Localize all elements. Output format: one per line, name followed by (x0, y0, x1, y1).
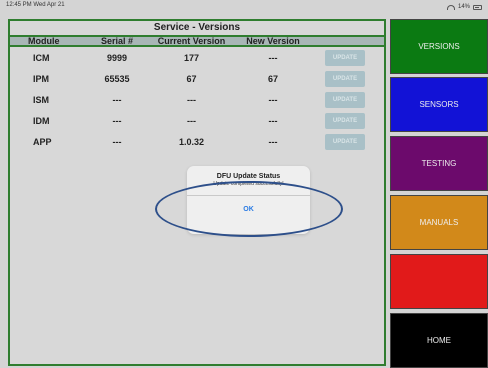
table-row: ISM --- --- --- UPDATE (10, 89, 384, 110)
red-nav-button[interactable] (390, 254, 488, 309)
update-button-ism[interactable]: UPDATE (325, 91, 365, 108)
update-status-dialog: DFU Update Status Update completed succe… (187, 166, 310, 234)
dialog-title: DFU Update Status (216, 173, 281, 180)
table-row: IPM 65535 67 67 UPDATE (10, 68, 384, 89)
new-version: --- (268, 115, 278, 126)
serial-number: 9999 (106, 52, 128, 63)
table-row: APP --- 1.0.32 --- UPDATE (10, 131, 384, 152)
module-name: IPM (33, 73, 50, 84)
new-version: --- (268, 52, 278, 63)
header-current-version: Current Version (157, 36, 226, 46)
panel-title: Service - Versions (153, 22, 241, 33)
table-header: Module Serial # Current Version New Vers… (10, 35, 384, 47)
module-name: ICM (33, 52, 50, 63)
sensors-button[interactable]: SENSORS (390, 77, 488, 132)
serial-number: --- (112, 94, 122, 105)
status-time: 12:45 PM Wed Apr 21 (6, 2, 65, 8)
testing-button[interactable]: TESTING (390, 136, 488, 191)
update-button-app[interactable]: UPDATE (325, 133, 365, 150)
header-new-version: New Version (246, 36, 300, 46)
module-name: ISM (33, 94, 50, 105)
battery-level: 14% (457, 4, 470, 10)
dialog-message: Update completed successfully! (213, 181, 284, 187)
current-version: --- (187, 115, 196, 126)
serial-number: --- (112, 115, 122, 126)
table-row: IDM --- --- --- UPDATE (10, 110, 384, 131)
header-module: Module (28, 36, 60, 46)
table-row: ICM 9999 177 --- UPDATE (10, 47, 384, 68)
serial-number: 65535 (104, 73, 130, 84)
current-version: 177 (183, 52, 200, 63)
new-version: --- (268, 94, 278, 105)
serial-number: --- (112, 136, 122, 147)
new-version: 67 (267, 73, 278, 84)
status-bar: 12:45 PM Wed Apr 21 14% (0, 0, 488, 14)
current-version: 67 (186, 73, 197, 84)
header-serial: Serial # (100, 36, 134, 46)
side-nav: VERSIONS SENSORS TESTING MANUALS HOME (390, 19, 488, 368)
module-name: IDM (33, 115, 50, 126)
current-version: 1.0.32 (178, 136, 205, 147)
home-button[interactable]: HOME (390, 313, 488, 368)
versions-button[interactable]: VERSIONS (390, 19, 488, 74)
new-version: --- (268, 136, 278, 147)
dialog-divider (187, 195, 310, 196)
battery-icon (473, 4, 482, 10)
wifi-icon (446, 4, 455, 10)
ok-button[interactable]: OK (187, 206, 310, 213)
current-version: --- (187, 94, 196, 105)
update-button-ipm[interactable]: UPDATE (325, 70, 365, 87)
update-button-icm[interactable]: UPDATE (325, 49, 365, 66)
status-indicators: 14% (446, 2, 482, 12)
update-button-idm[interactable]: UPDATE (325, 112, 365, 129)
manuals-button[interactable]: MANUALS (390, 195, 488, 250)
module-name: APP (33, 136, 52, 147)
